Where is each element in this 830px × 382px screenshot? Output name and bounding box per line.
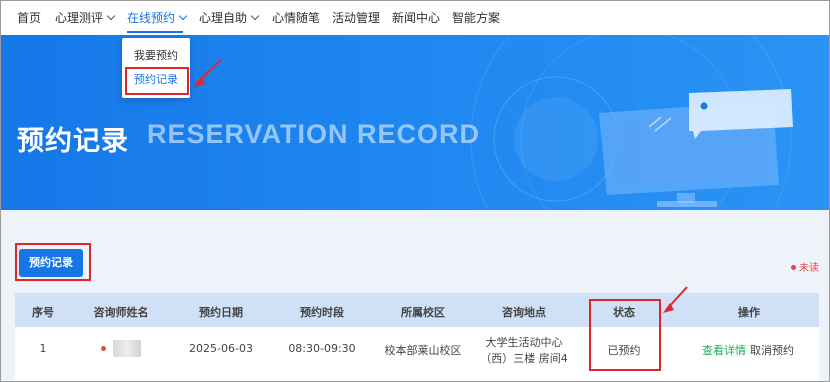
app-window: 首页 心理测评 在线预约 心理自助 心情随笔 活动管理 新闻中心 智能方案 预约… [0, 0, 830, 382]
cell-date: 2025-06-03 [189, 342, 253, 355]
nav-item-label: 新闻中心 [392, 11, 441, 25]
column-header: 操作 [738, 306, 760, 319]
annotation-box [589, 299, 661, 371]
chevron-down-icon [106, 11, 116, 21]
nav-item-news[interactable]: 新闻中心 [392, 10, 440, 26]
column-header: 咨询师姓名 [93, 306, 149, 319]
nav-item-label: 心情随笔 [272, 11, 321, 25]
chevron-down-icon [178, 11, 188, 21]
unread-dot-icon [791, 265, 796, 270]
annotation-arrow [193, 59, 222, 87]
chevron-down-icon [250, 11, 260, 21]
nav-item-home[interactable]: 首页 [17, 10, 41, 26]
view-details-link[interactable]: 查看详情 [702, 342, 746, 358]
nav-item-mood-notes[interactable]: 心情随笔 [272, 10, 320, 26]
unread-label: 未读 [799, 263, 819, 274]
nav-item-smart-plan[interactable]: 智能方案 [452, 10, 500, 26]
cell-location-line2: （西）三楼 房间4 [480, 352, 568, 365]
nav-item-label: 在线预约 [127, 11, 176, 25]
cell-location-line1: 大学生活动中心 [485, 336, 563, 349]
cell-time-slot: 08:30-09:30 [288, 342, 356, 355]
cell-campus: 校本部莱山校区 [384, 344, 462, 357]
annotation-arrow [663, 286, 688, 313]
column-header: 咨询地点 [502, 306, 546, 319]
nav-item-online-booking[interactable]: 在线预约 [127, 10, 188, 26]
cancel-booking-link[interactable]: 取消预约 [750, 342, 794, 358]
unread-dot-icon [101, 346, 106, 351]
nav-item-label: 心理自助 [199, 11, 248, 25]
top-nav: 首页 心理测评 在线预约 心理自助 心情随笔 活动管理 新闻中心 智能方案 [1, 1, 829, 35]
dropdown-item-make-booking[interactable]: 我要预约 [134, 47, 178, 63]
nav-item-activities[interactable]: 活动管理 [332, 10, 380, 26]
counselor-name-redacted [113, 340, 141, 357]
column-header: 所属校区 [401, 306, 445, 319]
nav-item-label: 首页 [17, 11, 42, 25]
page-title: 预约记录 [17, 126, 129, 157]
column-header: 预约时段 [300, 306, 344, 319]
column-header: 预约日期 [199, 306, 243, 319]
annotation-box [125, 67, 189, 95]
nav-item-self-help[interactable]: 心理自助 [199, 10, 260, 26]
nav-item-label: 智能方案 [452, 11, 501, 25]
page-subtitle: RESERVATION RECORD [147, 119, 481, 149]
annotation-box [15, 243, 91, 281]
nav-item-assessment[interactable]: 心理测评 [55, 10, 116, 26]
unread-legend: 未读 [791, 259, 819, 274]
active-nav-underline [127, 31, 183, 33]
nav-item-label: 心理测评 [55, 11, 104, 25]
column-header: 序号 [32, 306, 54, 319]
cell-index: 1 [39, 342, 47, 355]
nav-item-label: 活动管理 [332, 11, 381, 25]
